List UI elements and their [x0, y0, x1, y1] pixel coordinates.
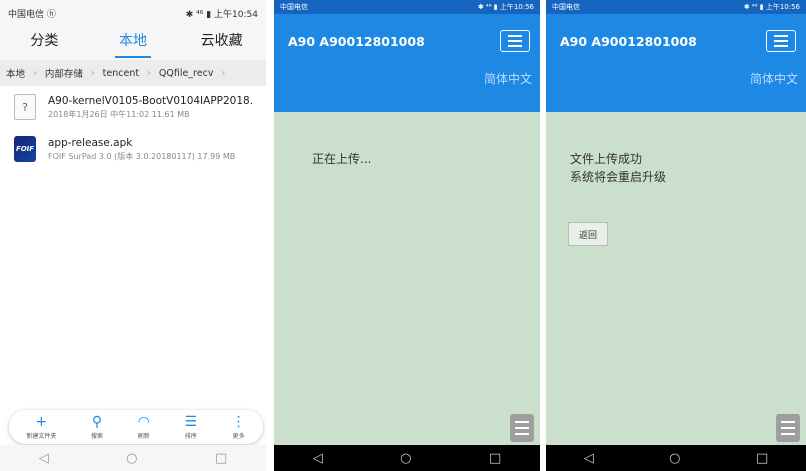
- home-nav-icon[interactable]: ○: [126, 451, 137, 466]
- status-bar: 中国电信 ✱ ⁴⁶ ▮ 上午10:56: [546, 0, 806, 14]
- file-meta: 2018年1月26日 中午11:02 11.61 MB: [48, 109, 190, 119]
- refresh-button[interactable]: ◠ 刷新: [138, 415, 150, 440]
- language-link[interactable]: 简体中文: [484, 70, 532, 87]
- carrier-label: 中国电信: [552, 3, 580, 11]
- carrier-label: 中国电信: [280, 3, 308, 11]
- upload-success-panel: 中国电信 ✱ ⁴⁶ ▮ 上午10:56 A90 A90012801008 简体中…: [546, 0, 806, 471]
- more-vertical-icon: ⋮: [231, 413, 246, 430]
- search-button[interactable]: ⚲ 搜索: [91, 415, 103, 440]
- file-manager-panel: 中国电信 ⓗ ✱ ⁴⁶ ▮ 上午10:54 分类 本地 云收藏 本地 › 内部存…: [0, 0, 266, 471]
- status-bar: 中国电信 ✱ ⁴⁶ ▮ 上午10:56: [274, 0, 540, 14]
- device-model-title: A90 A90012801008: [288, 34, 425, 49]
- tab-bar: 分类 本地 云收藏: [0, 26, 266, 60]
- tool-label: 更多: [232, 432, 245, 440]
- system-nav-bar: ◁ ○ □: [0, 445, 266, 471]
- chevron-right-icon: ›: [33, 67, 37, 79]
- tab-cloud-favorites[interactable]: 云收藏: [177, 26, 266, 60]
- app-header: A90 A90012801008 简体中文: [274, 14, 540, 112]
- back-button[interactable]: 返回: [568, 222, 608, 246]
- tool-label: 刷新: [137, 432, 150, 440]
- file-text: app-release.apk FOIF SurPad 3.0 (版本 3.0.…: [48, 137, 235, 162]
- language-link[interactable]: 简体中文: [750, 70, 798, 87]
- recents-nav-icon[interactable]: □: [756, 451, 768, 466]
- floating-menu-icon[interactable]: [510, 414, 534, 442]
- back-nav-icon[interactable]: ◁: [584, 451, 594, 466]
- success-message: 文件上传成功 系统将会重启升级: [570, 150, 666, 186]
- upload-progress-panel: 中国电信 ✱ ⁴⁶ ▮ 上午10:56 A90 A90012801008 简体中…: [274, 0, 540, 471]
- breadcrumb-tencent[interactable]: tencent: [103, 68, 139, 79]
- status-bar: 中国电信 ⓗ ✱ ⁴⁶ ▮ 上午10:54: [0, 0, 266, 26]
- sort-button[interactable]: ☰ 排序: [184, 415, 197, 440]
- file-text: A90-kernelV0105-BootV0104IAPP2018... 201…: [48, 95, 252, 120]
- status-right: ✱ ⁴⁶ ▮ 上午10:54: [185, 9, 258, 20]
- breadcrumb-internal-storage[interactable]: 内部存储: [45, 66, 83, 80]
- success-line-1: 文件上传成功: [570, 152, 643, 166]
- refresh-icon: ◠: [137, 413, 150, 430]
- breadcrumb: 本地 › 内部存储 › tencent › QQfile_recv ›: [0, 60, 266, 86]
- tab-local[interactable]: 本地: [89, 26, 178, 60]
- system-nav-bar: ◁ ○ □: [546, 445, 806, 471]
- status-right: ✱ ⁴⁶ ▮ 上午10:56: [743, 3, 800, 11]
- system-nav-bar: ◁ ○ □: [274, 445, 540, 471]
- plus-icon: +: [35, 413, 48, 430]
- tool-label: 搜索: [90, 432, 103, 440]
- back-nav-icon[interactable]: ◁: [39, 451, 49, 466]
- hamburger-menu-button[interactable]: [766, 30, 796, 52]
- back-nav-icon[interactable]: ◁: [313, 451, 323, 466]
- chevron-right-icon: ›: [90, 67, 95, 79]
- file-meta: FOIF SurPad 3.0 (版本 3.0.20180117) 17.99 …: [48, 151, 236, 161]
- status-right: ✱ ⁴⁶ ▮ 上午10:56: [477, 3, 534, 11]
- home-nav-icon[interactable]: ○: [669, 451, 680, 466]
- recents-nav-icon[interactable]: □: [489, 451, 501, 466]
- search-icon: ⚲: [91, 413, 103, 430]
- more-button[interactable]: ⋮ 更多: [232, 415, 246, 440]
- chevron-right-icon: ›: [221, 67, 226, 79]
- sort-icon: ☰: [184, 413, 197, 430]
- home-nav-icon[interactable]: ○: [400, 451, 411, 466]
- unknown-file-icon: ?: [14, 94, 36, 120]
- app-icon: FOIF: [14, 136, 36, 162]
- breadcrumb-qqfile-recv[interactable]: QQfile_recv: [159, 68, 214, 79]
- device-model-title: A90 A90012801008: [560, 34, 697, 49]
- hamburger-menu-button[interactable]: [500, 30, 530, 52]
- new-folder-button[interactable]: + 新建文件夹: [26, 415, 56, 440]
- screenshot-composite: 中国电信 ⓗ ✱ ⁴⁶ ▮ 上午10:54 分类 本地 云收藏 本地 › 内部存…: [0, 0, 806, 471]
- tool-label: 排序: [184, 432, 197, 440]
- tab-category[interactable]: 分类: [0, 26, 89, 60]
- app-header: A90 A90012801008 简体中文: [546, 14, 806, 112]
- carrier-label: 中国电信 ⓗ: [8, 9, 56, 20]
- bottom-toolbar: + 新建文件夹 ⚲ 搜索 ◠ 刷新 ☰ 排序 ⋮ 更多: [9, 410, 263, 444]
- list-item[interactable]: FOIF app-release.apk FOIF SurPad 3.0 (版本…: [0, 128, 266, 170]
- file-name: A90-kernelV0105-BootV0104IAPP2018...: [48, 94, 252, 107]
- chevron-right-icon: ›: [147, 67, 151, 79]
- list-item[interactable]: ? A90-kernelV0105-BootV0104IAPP2018... 2…: [0, 86, 266, 128]
- file-name: app-release.apk: [48, 136, 133, 149]
- recents-nav-icon[interactable]: □: [215, 451, 227, 466]
- breadcrumb-local[interactable]: 本地: [6, 66, 25, 80]
- floating-menu-icon[interactable]: [776, 414, 800, 442]
- tool-label: 新建文件夹: [26, 432, 57, 440]
- upload-status-text: 正在上传...: [312, 152, 372, 166]
- success-line-2: 系统将会重启升级: [570, 170, 667, 184]
